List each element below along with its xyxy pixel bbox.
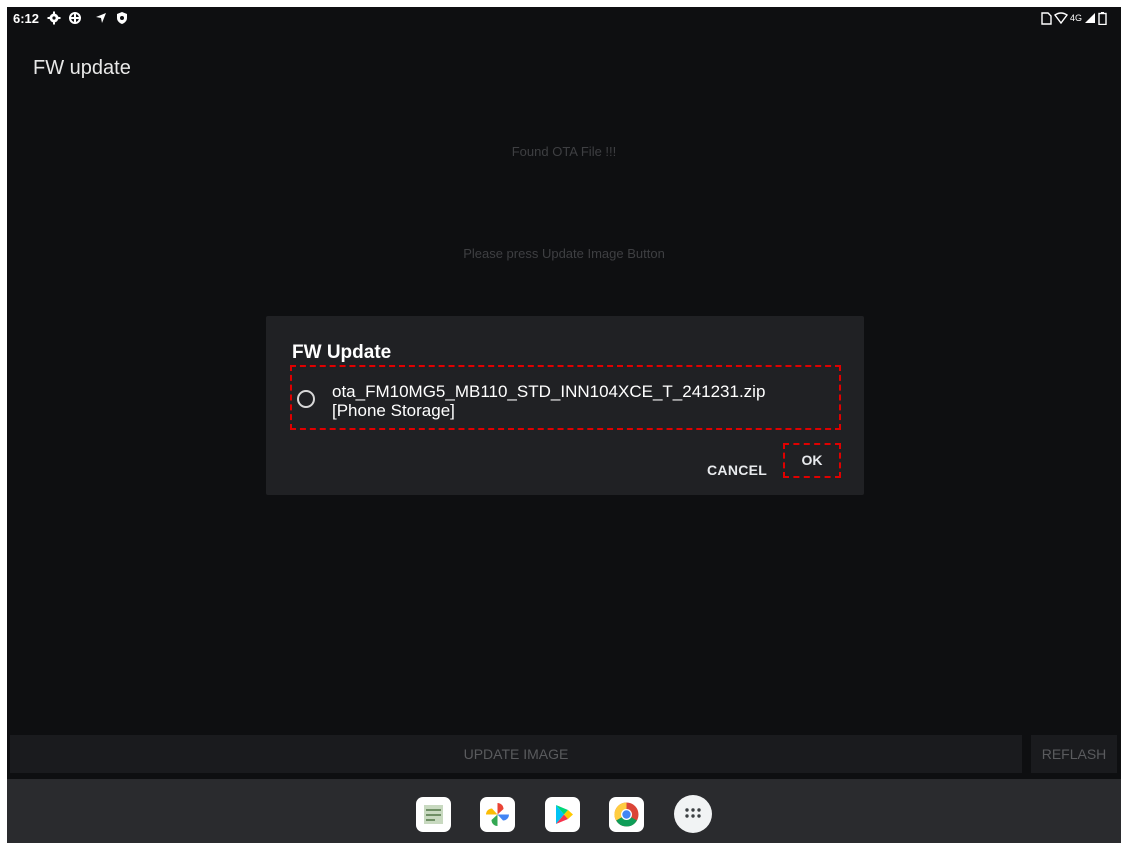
radio-button[interactable] <box>297 390 315 408</box>
cancel-button[interactable]: CANCEL <box>707 462 767 478</box>
signal-icon <box>1085 13 1095 23</box>
status-bar: 6:12 4G <box>7 7 1121 31</box>
battery-icon <box>1098 11 1107 25</box>
fw-update-dialog: FW Update ota_FM10MG5_MB110_STD_INN104XC… <box>266 316 864 495</box>
reflash-button[interactable]: REFLASH <box>1031 735 1117 773</box>
app-dock <box>7 779 1121 843</box>
dialog-title: FW Update <box>292 342 392 363</box>
ok-button[interactable]: OK <box>783 443 841 478</box>
app-drawer-icon[interactable] <box>674 795 712 833</box>
debug-gear-icon <box>69 12 81 24</box>
status-right-icons: 4G <box>1041 11 1107 25</box>
play-store-icon[interactable] <box>545 797 580 832</box>
file-name: ota_FM10MG5_MB110_STD_INN104XCE_T_241231… <box>332 382 766 401</box>
app-title: FW update <box>33 57 131 79</box>
google-photos-icon[interactable] <box>480 797 515 832</box>
status-time: 6:12 <box>13 11 40 26</box>
sim-icon <box>1041 11 1052 25</box>
update-image-button[interactable]: UPDATE IMAGE <box>10 735 1022 773</box>
settings-icon <box>47 11 61 25</box>
ota-found-message: Found OTA File !!! <box>511 144 617 159</box>
ota-file-option[interactable]: ota_FM10MG5_MB110_STD_INN104XCE_T_241231… <box>290 365 841 430</box>
file-location: [Phone Storage] <box>332 401 455 420</box>
location-icon <box>96 13 106 23</box>
chrome-icon[interactable] <box>609 797 644 832</box>
sheets-icon[interactable] <box>416 797 451 832</box>
device-screen: 6:12 4G FW update Found OTA File !!! Ple… <box>7 7 1121 843</box>
instruction-message: Please press Update Image Button <box>463 246 665 261</box>
shield-icon <box>117 12 127 24</box>
network-type: 4G <box>1069 13 1082 23</box>
wifi-icon <box>1053 12 1068 24</box>
